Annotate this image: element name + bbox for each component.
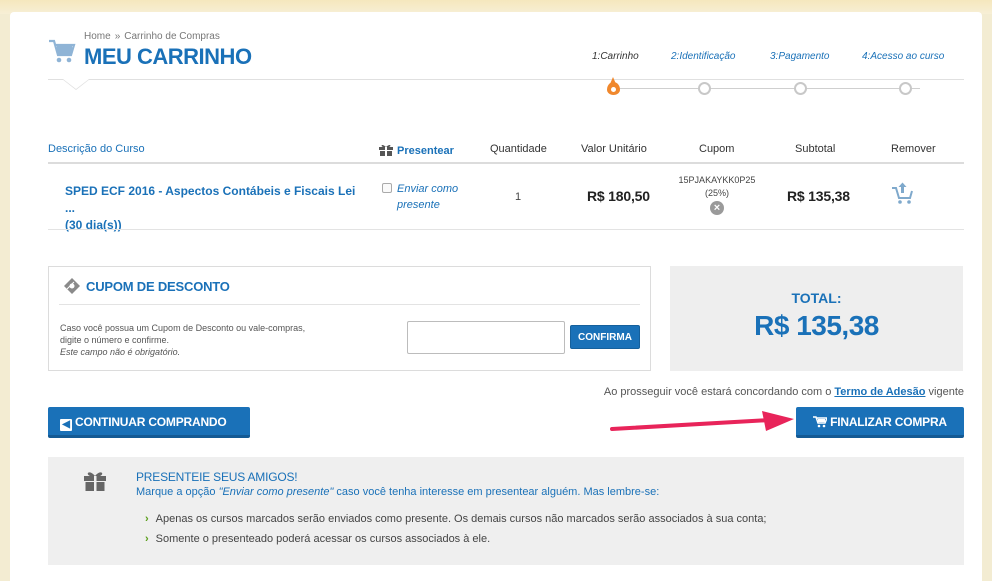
step-cart-label: 1:Carrinho [592, 51, 639, 62]
remove-coupon-icon[interactable]: × [710, 201, 724, 215]
col-header-gift-label: Presentear [397, 145, 454, 157]
quantity-value: 1 [515, 191, 522, 203]
send-as-gift-label[interactable]: Enviar como presente [397, 181, 467, 213]
total-value: R$ 135,38 [754, 310, 879, 341]
shopping-cart-icon [49, 39, 76, 63]
col-header-subtotal: Subtotal [795, 143, 836, 155]
gift-rule-text: Apenas os cursos marcados serão enviados… [155, 513, 767, 525]
breadcrumb: Home» Carrinho de Compras [84, 31, 220, 42]
chevron-right-icon: › [145, 533, 149, 545]
finish-purchase-label: FINALIZAR COMPRA [830, 415, 947, 429]
gift-panel-description: Marque a opção "Enviar como presente" ca… [136, 486, 659, 498]
course-title: SPED ECF 2016 - Aspectos Contábeis e Fis… [65, 184, 356, 215]
step-course-access-marker [899, 82, 912, 95]
coupon-code-input[interactable] [407, 321, 565, 354]
page-title: MEU CARRINHO [84, 44, 252, 69]
continue-shopping-button[interactable]: ◀ CONTINUAR COMPRANDO [48, 407, 250, 438]
step-cart-marker [607, 77, 620, 95]
continue-shopping-label: CONTINUAR COMPRANDO [75, 415, 227, 429]
col-header-coupon: Cupom [699, 143, 735, 155]
coupon-instructions-line1: Caso você possua um Cupom de Desconto ou… [60, 323, 306, 333]
applied-coupon-percent: (25%) [704, 188, 729, 198]
coupon-instructions: Caso você possua um Cupom de Desconto ou… [60, 322, 380, 358]
arrow-left-icon: ◀ [60, 419, 72, 431]
table-header-divider [48, 162, 964, 164]
gift-desc-suffix: caso você tenha interesse em presentear … [333, 486, 660, 498]
title-divider [48, 79, 964, 80]
terms-notice: Ao prosseguir você estará concordando co… [500, 386, 964, 398]
confirm-coupon-button[interactable]: CONFIRMA [570, 325, 640, 349]
gift-rule-item: › Somente o presenteado poderá acessar os… [145, 533, 490, 545]
gift-desc-prefix: Marque a opção [136, 486, 219, 498]
breadcrumb-separator: » [114, 31, 121, 42]
breadcrumb-home-link[interactable]: Home [84, 31, 111, 42]
pointer-arrow-annotation [610, 411, 794, 431]
remove-from-cart-icon[interactable] [891, 182, 915, 206]
finish-purchase-button[interactable]: FINALIZAR COMPRA [796, 407, 964, 438]
discount-coupon-panel: CUPOM DE DESCONTO Caso você possua um Cu… [48, 266, 651, 371]
col-header-description: Descrição do Curso [48, 143, 145, 155]
send-as-gift-checkbox[interactable] [382, 183, 392, 193]
gift-icon [379, 144, 393, 156]
subtotal-value: R$ 135,38 [787, 188, 850, 204]
step-payment-marker [794, 82, 807, 95]
gift-panel-title: PRESENTEIE SEUS AMIGOS! [136, 470, 298, 484]
breadcrumb-current: Carrinho de Compras [124, 31, 220, 42]
unit-price-value: R$ 180,50 [587, 188, 650, 204]
coupon-instructions-line2: digite o número e confirme. [60, 335, 170, 345]
order-total-panel: TOTAL: R$ 135,38 [670, 266, 963, 371]
ticket-icon [64, 278, 80, 294]
checkout-steps-track [608, 88, 920, 89]
col-header-unit-price: Valor Unitário [581, 143, 647, 155]
total-label: TOTAL: [791, 290, 842, 306]
col-header-gift: Presentear [379, 143, 454, 157]
terms-prefix: Ao prosseguir você estará concordando co… [603, 386, 835, 398]
send-as-gift-label-line2: presente [397, 199, 440, 211]
col-header-quantity: Quantidade [490, 143, 547, 155]
course-name-link[interactable]: SPED ECF 2016 - Aspectos Contábeis e Fis… [65, 183, 365, 234]
chevron-right-icon: › [145, 513, 149, 525]
coupon-optional-note: Este campo não é obrigatório. [60, 347, 181, 357]
send-as-gift-label-line1: Enviar como [397, 183, 459, 195]
gift-rule-text: Somente o presenteado poderá acessar os … [155, 533, 491, 545]
gift-icon [84, 472, 106, 491]
col-header-remove: Remover [891, 143, 936, 155]
step-course-access-label: 4:Acesso ao curso [862, 51, 945, 62]
step-payment-label: 3:Pagamento [770, 51, 830, 62]
applied-coupon-code: 15PJAKAYKK0P25 [678, 175, 756, 185]
terms-of-adhesion-link[interactable]: Termo de Adesão [834, 386, 925, 398]
step-identification-marker [698, 82, 711, 95]
gift-desc-option: "Enviar como presente" [218, 486, 334, 498]
coupon-panel-divider [59, 304, 640, 305]
gift-rule-item: › Apenas os cursos marcados serão enviado… [145, 513, 767, 525]
gift-info-panel: PRESENTEIE SEUS AMIGOS! Marque a opção "… [48, 457, 964, 565]
step-identification-label: 2:Identificação [671, 51, 736, 62]
cart-icon [813, 416, 828, 428]
coupon-panel-title: CUPOM DE DESCONTO [86, 279, 230, 294]
terms-suffix: vigente [925, 386, 964, 398]
table-row-divider [48, 229, 964, 230]
title-divider-notch-fill [63, 79, 89, 89]
